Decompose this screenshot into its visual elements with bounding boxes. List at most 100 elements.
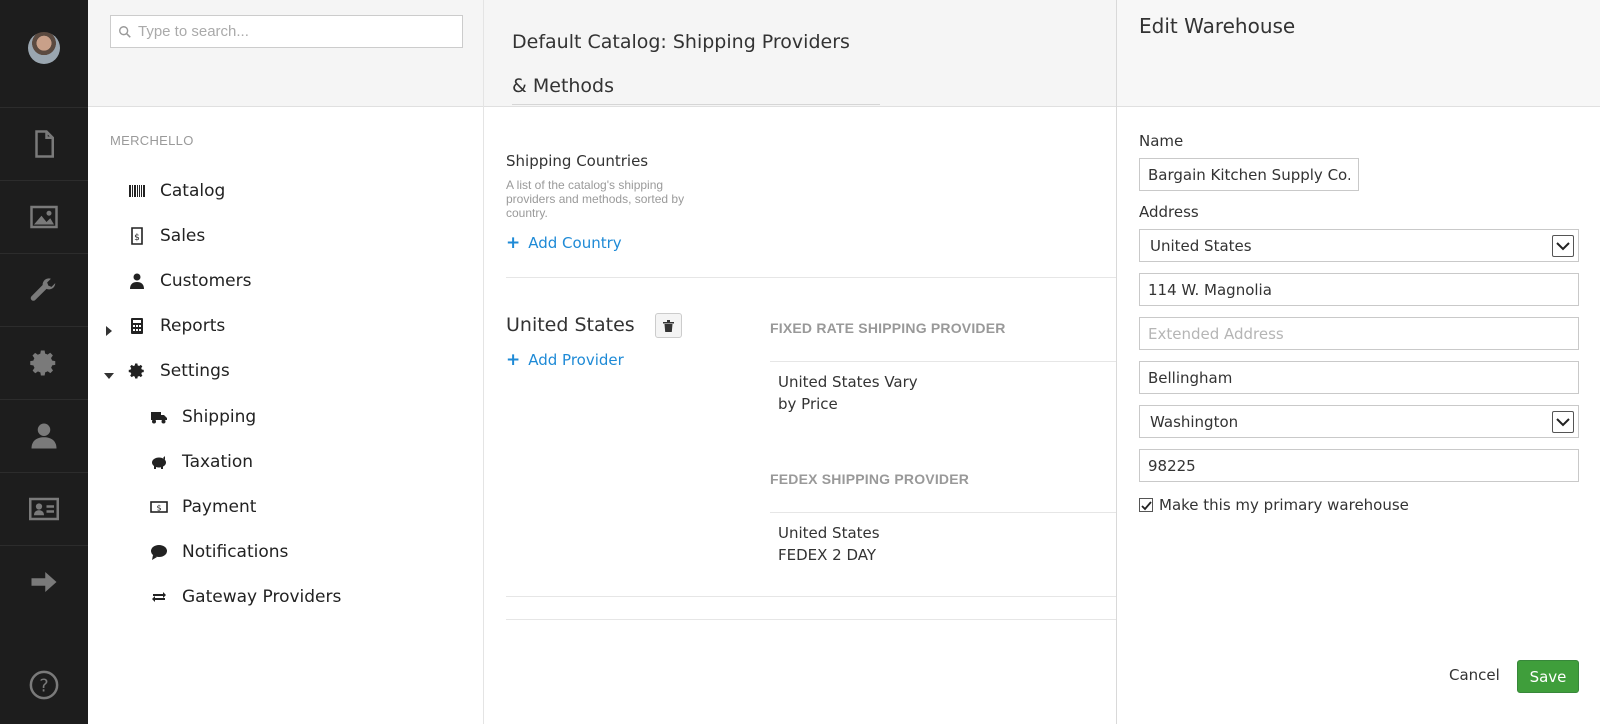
shipping-countries-title: Shipping Countries — [506, 152, 649, 170]
tree-item-gateway-providers[interactable]: Gateway Providers — [148, 586, 341, 608]
country-select[interactable]: United States — [1139, 229, 1579, 262]
calculator-icon — [126, 315, 148, 337]
address1-input[interactable] — [1148, 280, 1570, 299]
method-line: by Price — [778, 395, 838, 413]
country-name: United States — [506, 314, 635, 336]
tree-item-label: Customers — [160, 271, 252, 291]
tree-item-label: Catalog — [160, 181, 226, 201]
tree-item-label: Reports — [160, 316, 226, 336]
method-line: FEDEX 2 DAY — [778, 546, 877, 564]
forms-arrow-icon[interactable] — [0, 545, 88, 618]
name-input[interactable] — [1148, 165, 1350, 184]
plus-icon: + — [506, 350, 521, 370]
tree-item-reports[interactable]: Reports — [106, 315, 226, 337]
gear-icon — [126, 360, 148, 382]
tree-item-label: Payment — [182, 497, 257, 517]
add-country-label: Add Country — [528, 234, 622, 252]
users-icon[interactable] — [0, 399, 88, 472]
tree-item-catalog[interactable]: Catalog — [126, 180, 225, 202]
edit-header: Edit Warehouse — [1117, 0, 1600, 107]
primary-warehouse-row[interactable]: Make this my primary warehouse — [1139, 496, 1409, 514]
address2-input[interactable] — [1148, 324, 1570, 343]
panel-title: Edit Warehouse — [1139, 14, 1296, 38]
trash-icon — [663, 319, 674, 332]
method-line: United States — [778, 524, 880, 542]
members-card-icon[interactable] — [0, 472, 88, 545]
exchange-icon — [148, 586, 170, 608]
main-content: Default Catalog: Shipping Providers & Me… — [484, 0, 1116, 724]
primary-warehouse-checkbox[interactable] — [1139, 498, 1153, 512]
help-icon[interactable]: ? — [29, 670, 59, 700]
region-select[interactable]: Washington — [1139, 405, 1579, 438]
tree-item-payment[interactable]: $ Payment — [148, 496, 256, 518]
address2-field[interactable] — [1139, 317, 1579, 350]
receipt-icon: $ — [126, 225, 148, 247]
chat-bubble-icon — [148, 541, 170, 563]
address1-field[interactable] — [1139, 273, 1579, 306]
title-underline — [512, 104, 880, 105]
svg-text:$: $ — [156, 504, 161, 513]
save-button[interactable]: Save — [1517, 660, 1579, 693]
person-icon — [126, 270, 148, 292]
region-select-value: Washington — [1150, 412, 1239, 431]
money-icon: $ — [148, 496, 170, 518]
add-provider-label: Add Provider — [528, 351, 624, 369]
search-box[interactable] — [110, 15, 463, 48]
method-line: United States Vary — [778, 373, 918, 391]
tree-item-label: Sales — [160, 226, 206, 246]
add-provider-link[interactable]: + Add Provider — [506, 350, 624, 370]
tree-item-shipping[interactable]: Shipping — [148, 406, 256, 428]
tree-item-sales[interactable]: $ Sales — [126, 225, 205, 247]
icon-sidebar: ? — [0, 0, 88, 724]
tree-item-notifications[interactable]: Notifications — [148, 541, 288, 563]
user-avatar[interactable] — [28, 32, 60, 64]
add-country-link[interactable]: + Add Country — [506, 233, 622, 253]
delete-country-button[interactable] — [655, 313, 682, 338]
tree-panel: MERCHELLO Catalog $ Sales Customers Repo… — [88, 0, 484, 724]
divider — [506, 619, 1116, 620]
divider — [770, 512, 1116, 513]
primary-warehouse-label: Make this my primary warehouse — [1159, 496, 1409, 514]
tree-item-taxation[interactable]: Taxation — [148, 451, 253, 473]
tree-item-label: Taxation — [182, 452, 254, 472]
truck-icon — [148, 406, 170, 428]
city-input[interactable] — [1148, 368, 1570, 387]
divider — [770, 361, 1116, 362]
shipping-countries-description: A list of the catalog's shipping provide… — [506, 178, 685, 220]
svg-text:?: ? — [39, 676, 48, 696]
caret-right-icon[interactable] — [104, 321, 114, 336]
content-icon[interactable] — [0, 107, 88, 180]
city-field[interactable] — [1139, 361, 1579, 394]
plus-icon: + — [506, 233, 521, 253]
shipping-method[interactable]: United States FEDEX 2 DAY — [778, 522, 880, 566]
edit-warehouse-panel: Edit Warehouse Name Address United State… — [1116, 0, 1600, 724]
tree-item-customers[interactable]: Customers — [126, 270, 251, 292]
settings-gear-icon[interactable] — [0, 326, 88, 399]
tree-item-label: Settings — [160, 361, 230, 381]
divider — [506, 596, 1116, 597]
checkmark-icon — [1140, 500, 1152, 510]
name-field[interactable] — [1139, 158, 1359, 191]
address-label: Address — [1139, 203, 1199, 221]
name-label: Name — [1139, 132, 1184, 150]
chevron-down-icon — [1552, 234, 1574, 257]
search-input[interactable] — [138, 23, 458, 40]
developer-wrench-icon[interactable] — [0, 253, 88, 326]
provider-title: FEDEX SHIPPING PROVIDER — [770, 471, 970, 487]
search-icon — [119, 25, 131, 38]
tree-item-settings[interactable]: Settings — [104, 360, 230, 382]
tree-item-label: Notifications — [182, 542, 289, 562]
barcode-icon — [126, 180, 148, 202]
media-icon[interactable] — [0, 180, 88, 253]
shipping-method[interactable]: United States Vary by Price — [778, 371, 918, 415]
tree-item-label: Gateway Providers — [182, 587, 342, 607]
postal-code-input[interactable] — [1148, 456, 1570, 475]
section-nav — [0, 107, 88, 618]
provider-title: FIXED RATE SHIPPING PROVIDER — [770, 320, 1006, 336]
svg-text:$: $ — [134, 233, 140, 243]
postal-code-field[interactable] — [1139, 449, 1579, 482]
piggybank-icon — [148, 451, 170, 473]
tree-item-label: Shipping — [182, 407, 257, 427]
cancel-button[interactable]: Cancel — [1449, 666, 1500, 684]
caret-down-icon[interactable] — [104, 366, 114, 379]
